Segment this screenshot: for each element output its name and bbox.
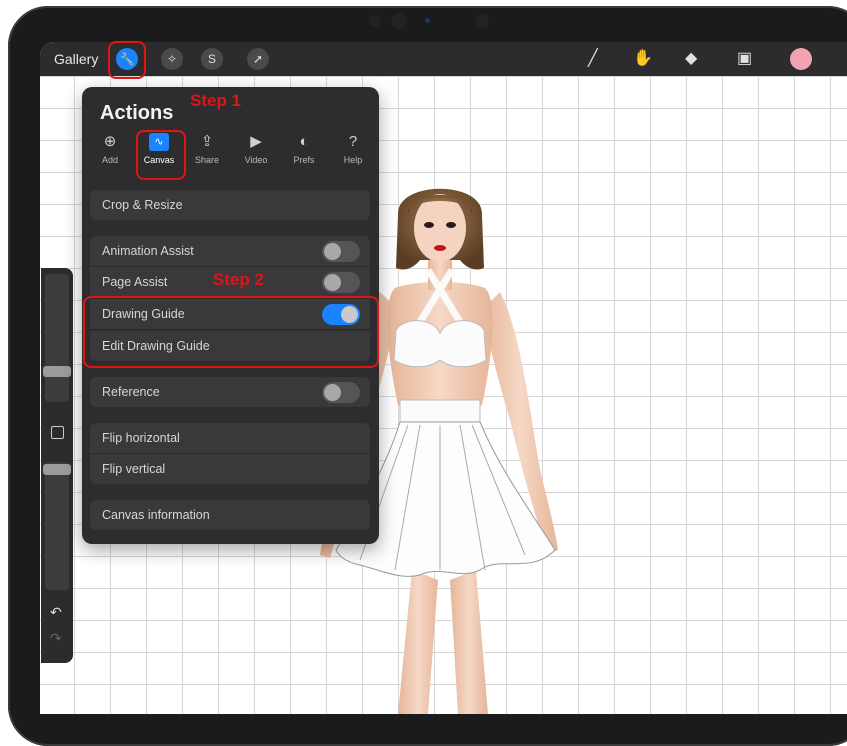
tab-label: Prefs [293,155,315,165]
sensor-dot [425,18,430,23]
brush-size-thumb[interactable] [43,366,71,377]
opacity-slider[interactable] [43,462,71,590]
color-swatch[interactable] [790,48,812,70]
camera-bar [365,10,495,32]
top-toolbar: Gallery 🔧 ✧ S ➚ ╱ ✋ ◆ ▣ [40,42,847,76]
reference-toggle[interactable] [322,382,360,403]
tab-add[interactable]: ⊕ Add [88,133,132,165]
reference-label: Reference [102,385,160,399]
crop-resize-label: Crop & Resize [102,198,183,212]
eraser-icon[interactable]: ◆ [685,50,697,68]
transform-arrow-icon[interactable]: ➚ [247,48,269,70]
animation-assist-label: Animation Assist [102,244,194,258]
flip-vertical-item[interactable]: Flip vertical [90,454,370,484]
undo-icon[interactable]: ↶ [50,604,62,621]
ipad-device: Gallery 🔧 ✧ S ➚ ╱ ✋ ◆ ▣ ↶ ↷ Actions ⊕ Ad… [0,0,847,746]
tab-share[interactable]: ⇪ Share [185,133,229,165]
tab-help[interactable]: ? Help [331,133,375,165]
step1-canvas-highlight [136,130,186,180]
tab-label: Video [244,155,268,165]
step2-drawing-guide-highlight [83,296,379,368]
magic-wand-icon[interactable]: ✧ [161,48,183,70]
tab-prefs[interactable]: ◐ Prefs [282,133,326,165]
flip-horizontal-label: Flip horizontal [102,431,180,445]
actions-title: Actions [100,102,174,124]
flip-vertical-label: Flip vertical [102,462,166,476]
tab-label: Help [343,155,363,165]
animation-assist-toggle[interactable] [322,241,360,262]
selection-icon[interactable]: S [201,48,223,70]
page-assist-label: Page Assist [102,275,168,289]
layers-icon[interactable]: ▣ [737,50,752,68]
step1-label: Step 1 [190,91,242,110]
step2-label: Step 2 [213,270,265,289]
reference-item[interactable]: Reference [90,377,370,407]
modify-button[interactable] [51,426,64,439]
redo-icon[interactable]: ↷ [50,630,62,647]
brush-size-slider[interactable] [43,274,71,402]
flip-horizontal-item[interactable]: Flip horizontal [90,423,370,454]
canvas-information-label: Canvas information [102,508,210,522]
add-icon: ⊕ [103,133,117,150]
canvas-information-item[interactable]: Canvas information [90,500,370,530]
share-icon: ⇪ [200,133,214,150]
animation-assist-item[interactable]: Animation Assist [90,236,370,267]
smudge-icon[interactable]: ✋ [633,50,653,68]
gallery-button[interactable]: Gallery [54,51,98,67]
camera-dot [369,15,381,27]
brush-sidebar: ↶ ↷ [41,268,73,663]
tab-label: Share [194,155,220,165]
opacity-thumb[interactable] [43,464,71,475]
page-assist-toggle[interactable] [322,272,360,293]
video-icon: ▶ [250,133,262,150]
brush-icon[interactable]: ╱ [588,50,598,68]
crop-resize-item[interactable]: Crop & Resize [90,190,370,220]
camera-dot [475,14,489,28]
step1-wrench-highlight [108,41,146,79]
tab-video[interactable]: ▶ Video [234,133,278,165]
tab-label: Add [101,155,118,165]
prefs-toggle-icon: ◐ [299,133,309,150]
camera-lens [391,13,407,29]
help-icon: ? [348,133,358,150]
